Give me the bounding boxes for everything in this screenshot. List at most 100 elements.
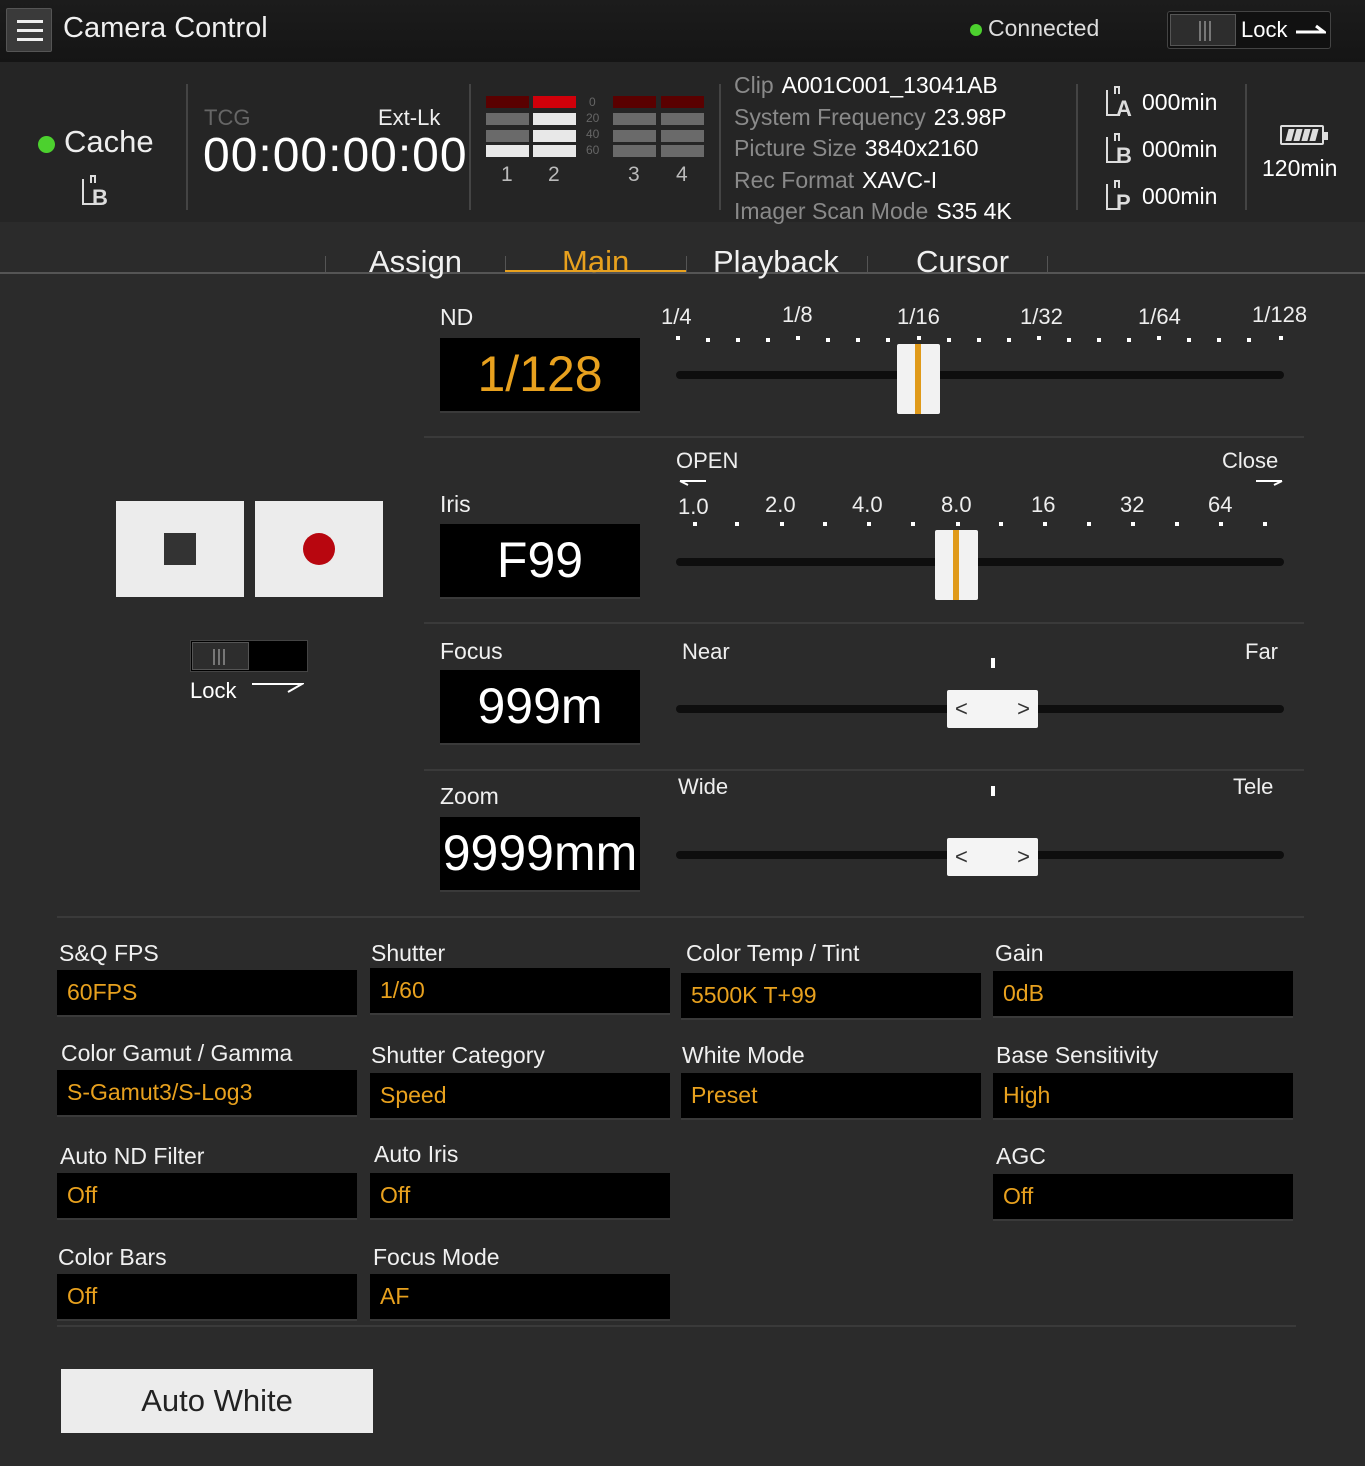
focus-center-mark [991,658,995,668]
color-temp-label: Color Temp / Tint [686,940,860,966]
battery-remaining: 120min [1262,155,1338,181]
shutter-value[interactable]: 1/60 [370,968,670,1013]
stop-icon [164,533,196,565]
record-lock-toggle[interactable] [190,640,308,672]
base-sensitivity-label: Base Sensitivity [996,1042,1159,1068]
nd-scale-label: 1/32 [1020,304,1063,329]
meter-db-label: 20 [586,111,600,125]
media-slot-a-icon: A [1104,86,1134,121]
base-sensitivity-value[interactable]: High [993,1073,1293,1118]
gain-value[interactable]: 0dB [993,971,1293,1016]
zoom-value: 9999mm [440,817,640,890]
media-slot-p-icon: P [1104,180,1134,215]
meter-channel-label: 1 [501,163,513,186]
nd-scale-label: 1/128 [1252,302,1308,327]
iris-slider-handle[interactable] [935,530,978,600]
auto-iris-value[interactable]: Off [370,1173,670,1218]
white-mode-value[interactable]: Preset [681,1073,981,1118]
clip-info-rec-format: Rec Format XAVC-I [734,167,938,193]
tab-assign[interactable]: Assign [369,244,462,280]
meter-db-label: 60 [586,143,600,157]
nd-value: 1/128 [440,338,640,411]
zoom-wide-label: Wide [678,774,729,799]
focus-mode-value[interactable]: AF [370,1274,670,1319]
media-slot-b-icon: B [1104,133,1134,168]
agc-value[interactable]: Off [993,1174,1293,1219]
auto-nd-value[interactable]: Off [57,1173,357,1218]
clip-info-picture-size: Picture Size 3840x2160 [734,135,979,161]
iris-scale-label: 4.0 [852,492,883,517]
zoom-center-mark [991,786,995,796]
zoom-tele-label: Tele [1233,774,1274,799]
tab-playback[interactable]: Playback [713,244,839,280]
app-title: Camera Control [63,12,268,44]
clip-info-clip: Clip A001C001_13041AB [734,72,998,98]
menu-icon[interactable] [6,8,52,52]
white-mode-label: White Mode [682,1042,805,1068]
tab-bar-divider [0,272,1365,274]
meter-channel-label: 2 [548,163,560,186]
focus-near-label: Near [682,639,730,664]
agc-label: AGC [996,1143,1046,1169]
tab-cursor[interactable]: Cursor [916,244,1009,280]
lock-arrow-icon [252,683,304,693]
cache-status-icon [38,136,55,153]
clip-info-frequency: System Frequency 23.98P [734,104,1007,130]
meter-db-label: 0 [589,95,596,109]
color-temp-value[interactable]: 5500K T+99 [681,973,981,1018]
color-bars-value[interactable]: Off [57,1274,357,1319]
shutter-category-label: Shutter Category [371,1042,545,1068]
focus-slider-handle[interactable]: < > [947,690,1038,728]
iris-close-arrow-icon [1256,480,1283,486]
nd-slider-track[interactable] [676,371,1284,379]
iris-scale-label: 1.0 [678,494,709,519]
auto-nd-label: Auto ND Filter [60,1143,205,1169]
media-b-remaining: 000min [1142,136,1218,162]
sq-fps-value[interactable]: 60FPS [57,970,357,1015]
iris-scale-label: 8.0 [941,492,972,517]
meter-channel-label: 3 [628,163,640,186]
sq-fps-label: S&Q FPS [59,940,159,966]
shutter-label: Shutter [371,940,446,966]
active-tab-indicator [505,270,686,272]
zoom-slider-handle[interactable]: < > [947,838,1038,876]
media-a-remaining: 000min [1142,89,1218,115]
nd-label: ND [440,304,474,330]
color-gamut-value[interactable]: S-Gamut3/S-Log3 [57,1070,357,1115]
iris-open-arrow-icon [679,480,706,486]
iris-scale-label: 16 [1031,492,1056,517]
nd-scale-label: 1/8 [782,302,813,327]
shutter-category-value[interactable]: Speed [370,1073,670,1118]
media-p-remaining: 000min [1142,183,1218,209]
nd-scale-label: 1/4 [661,304,692,329]
record-icon [303,533,335,565]
focus-value: 999m [440,670,640,743]
auto-white-button[interactable]: Auto White [61,1369,373,1433]
focus-mode-label: Focus Mode [373,1244,500,1270]
connection-status-icon [970,24,982,36]
iris-scale-label: 64 [1208,492,1233,517]
nd-slider-handle[interactable] [897,344,940,414]
cache-label: Cache [64,124,154,159]
stop-button[interactable] [116,501,244,597]
iris-scale-label: 32 [1120,492,1145,517]
nd-scale-label: 1/64 [1138,304,1181,329]
media-slot-b-icon: B [80,175,110,210]
iris-slider-track[interactable] [676,558,1284,566]
meter-db-label: 40 [586,127,600,141]
color-bars-label: Color Bars [58,1244,167,1270]
connection-status: Connected [988,15,1100,41]
record-button[interactable] [255,501,383,597]
battery-icon [1280,125,1328,145]
iris-open-label: OPEN [676,448,739,473]
tab-main[interactable]: Main [562,244,629,280]
record-lock-label: Lock [190,678,237,703]
meter-channel-label: 4 [676,163,688,186]
iris-scale-label: 2.0 [765,492,796,517]
auto-iris-label: Auto Iris [374,1141,459,1167]
lock-toggle-label: Lock [1241,17,1288,42]
iris-close-label: Close [1222,448,1279,473]
gain-label: Gain [995,940,1044,966]
iris-value: F99 [440,524,640,597]
nd-scale-label: 1/16 [897,304,940,329]
